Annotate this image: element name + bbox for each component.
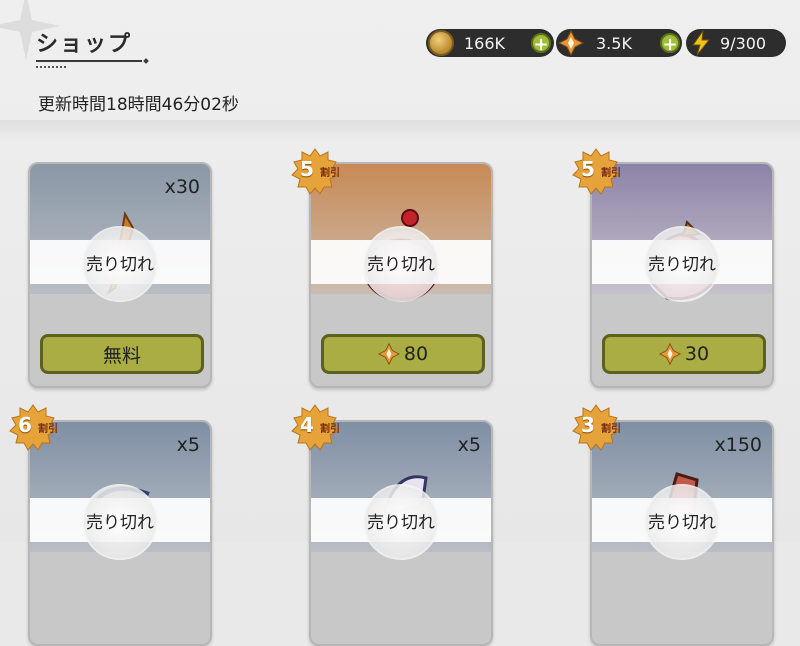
price-label: 無料 xyxy=(102,344,141,367)
shop-card[interactable]: x30 売り切れ 売り切れ 無料 xyxy=(28,162,212,388)
add-coin-button[interactable]: + xyxy=(531,33,551,55)
discount-label: 割引 xyxy=(320,168,340,179)
energy-counter: 9/300 xyxy=(688,29,766,57)
gem-icon xyxy=(658,343,681,365)
gem-value: 3.5K xyxy=(596,33,632,53)
sold-out-label: 売り切れ xyxy=(86,254,154,275)
price-button[interactable]: 無料 xyxy=(40,334,204,374)
sold-out-label: 売り切れ xyxy=(367,254,435,275)
sold-out-label: 売り切れ xyxy=(648,512,716,533)
item-quantity: x150 xyxy=(714,434,762,456)
discount-label: 割引 xyxy=(601,168,621,179)
sold-out-label: 売り切れ xyxy=(367,512,435,533)
discount-label: 割引 xyxy=(601,424,621,435)
coin-counter: 166K xyxy=(428,29,505,57)
coin-icon xyxy=(428,30,454,56)
item-quantity: x30 xyxy=(164,176,200,198)
gem-counter: 3.5K xyxy=(558,29,632,57)
gem-icon xyxy=(377,343,400,365)
coin-value: 166K xyxy=(464,33,506,53)
discount-value: 3 xyxy=(581,413,595,437)
discount-value: 4 xyxy=(300,413,314,437)
discount-value: 5 xyxy=(581,157,595,181)
header-shadow xyxy=(0,120,800,142)
price-label: 80 xyxy=(403,343,429,365)
discount-label: 割引 xyxy=(320,424,340,435)
discount-badge: 3 割引 xyxy=(571,404,621,454)
discount-badge: 5 割引 xyxy=(290,148,340,198)
refresh-timer: 更新時間18時間46分02秒 xyxy=(38,95,239,115)
item-quantity: x5 xyxy=(176,434,200,456)
discount-badge: 5 割引 xyxy=(571,148,621,198)
price-button[interactable]: 80 xyxy=(321,334,485,374)
item-quantity: x5 xyxy=(457,434,481,456)
title-underline xyxy=(36,60,142,62)
discount-label: 割引 xyxy=(38,424,58,435)
discount-value: 5 xyxy=(300,157,314,181)
discount-value: 6 xyxy=(18,413,32,437)
title-dots xyxy=(36,66,66,68)
page-title-block: ショップ xyxy=(36,26,142,68)
sold-out-label: 売り切れ xyxy=(648,254,716,275)
discount-badge: 6 割引 xyxy=(8,404,58,454)
sold-out-label: 売り切れ xyxy=(86,512,154,533)
price-button[interactable]: 30 xyxy=(602,334,766,374)
gem-icon xyxy=(558,30,584,56)
energy-icon xyxy=(692,30,711,56)
discount-badge: 4 割引 xyxy=(290,404,340,454)
energy-value: 9/300 xyxy=(720,33,767,53)
page-title: ショップ xyxy=(36,32,133,57)
price-label: 30 xyxy=(684,343,710,365)
add-gem-button[interactable]: + xyxy=(660,33,680,55)
